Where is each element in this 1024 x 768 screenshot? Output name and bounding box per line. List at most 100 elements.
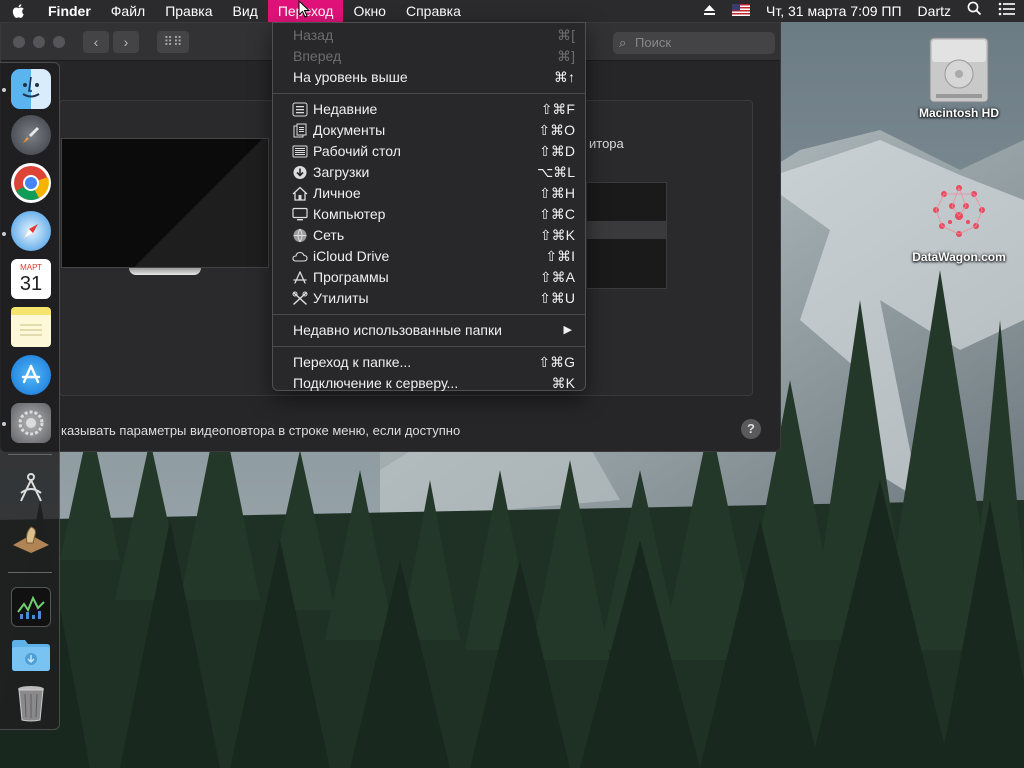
menu-app-finder[interactable]: Finder bbox=[38, 0, 101, 22]
downloads-folder-icon[interactable] bbox=[11, 635, 51, 675]
grapher-icon[interactable] bbox=[11, 469, 51, 509]
calendar-icon[interactable]: МАРТ 31 bbox=[11, 259, 51, 299]
trash-icon[interactable] bbox=[11, 683, 51, 723]
menu-item-label: Программы bbox=[313, 269, 389, 285]
menu-separator bbox=[273, 346, 585, 347]
menu-item-icloud-drive[interactable]: iCloud Drive ⇧⌘I bbox=[273, 246, 585, 267]
menu-window[interactable]: Окно bbox=[343, 0, 396, 22]
calendar-month-label: МАРТ bbox=[20, 263, 42, 272]
notification-center-icon[interactable] bbox=[990, 0, 1024, 22]
close-button[interactable] bbox=[13, 35, 25, 48]
finder-icon[interactable] bbox=[11, 69, 51, 109]
menu-item-shortcut: ⌥⌘L bbox=[537, 164, 575, 180]
menu-item-shortcut: ⇧⌘C bbox=[539, 206, 575, 222]
desktop-icon-macintosh-hd[interactable]: Macintosh HD bbox=[912, 32, 1006, 120]
launchpad-icon[interactable] bbox=[11, 115, 51, 155]
clock[interactable]: Чт, 31 марта 7:09 ПП bbox=[758, 0, 910, 22]
menu-item-label: Утилиты bbox=[313, 290, 369, 306]
applications-icon bbox=[293, 271, 307, 284]
dock-separator bbox=[8, 572, 52, 573]
menu-item-shortcut: ⇧⌘I bbox=[545, 248, 575, 264]
dock: МАРТ 31 bbox=[0, 62, 60, 730]
menu-item-label: На уровень выше bbox=[293, 69, 408, 85]
mirroring-option-label[interactable]: казывать параметры видеоповтора в строке… bbox=[61, 423, 460, 438]
menu-item-label: Компьютер bbox=[313, 206, 386, 222]
eject-icon[interactable] bbox=[695, 0, 724, 22]
menu-item-connect-to-server[interactable]: Подключение к серверу... ⌘K bbox=[273, 373, 585, 394]
menu-file[interactable]: Файл bbox=[101, 0, 155, 22]
desktop-icon-datawagon[interactable]: DataWagon.com bbox=[900, 176, 1018, 264]
running-indicator bbox=[2, 232, 6, 236]
dock-separator bbox=[8, 454, 52, 455]
menu-item-downloads[interactable]: Загрузки ⌥⌘L bbox=[273, 162, 585, 183]
chess-icon[interactable] bbox=[11, 517, 51, 557]
status-area: Чт, 31 марта 7:09 ПП Dartz bbox=[695, 0, 1024, 22]
menu-item-recent-folders[interactable]: Недавно использованные папки ▶ bbox=[273, 320, 585, 341]
help-button[interactable]: ? bbox=[741, 419, 761, 439]
menu-item-enclosing-folder[interactable]: На уровень выше ⌘↑ bbox=[273, 67, 585, 88]
desktop-icon bbox=[292, 145, 308, 158]
running-indicator bbox=[2, 88, 6, 92]
menu-item-desktop[interactable]: Рабочий стол ⇧⌘D bbox=[273, 141, 585, 162]
running-indicator bbox=[2, 422, 6, 426]
menu-item-recents[interactable]: Недавние ⇧⌘F bbox=[273, 99, 585, 120]
notes-icon[interactable] bbox=[11, 307, 51, 347]
menu-item-network[interactable]: Сеть ⇧⌘K bbox=[273, 225, 585, 246]
menu-item-go-to-folder[interactable]: Переход к папке... ⇧⌘G bbox=[273, 352, 585, 373]
safari-icon[interactable] bbox=[11, 211, 51, 251]
menu-item-shortcut: ⇧⌘H bbox=[539, 185, 575, 201]
menu-item-shortcut: ⇧⌘F bbox=[540, 101, 575, 117]
menu-edit[interactable]: Правка bbox=[155, 0, 222, 22]
display-list-selected-row[interactable] bbox=[587, 221, 666, 239]
apple-menu[interactable] bbox=[0, 0, 38, 22]
zoom-button[interactable] bbox=[53, 35, 65, 48]
back-button[interactable]: ‹ bbox=[83, 30, 109, 53]
search-input[interactable]: ⌕ Поиск bbox=[613, 32, 775, 54]
chevron-left-icon: ‹ bbox=[93, 33, 99, 50]
menu-item-forward[interactable]: Вперед ⌘] bbox=[273, 46, 585, 67]
app-store-icon[interactable] bbox=[11, 355, 51, 395]
forward-button[interactable]: › bbox=[113, 30, 139, 53]
menu-item-label: Вперед bbox=[293, 48, 342, 64]
chrome-icon[interactable] bbox=[11, 163, 51, 203]
display-preview bbox=[61, 138, 269, 268]
menu-item-shortcut: ⇧⌘O bbox=[538, 122, 575, 138]
menu-item-label: Подключение к серверу... bbox=[293, 375, 459, 391]
menu-item-label: Рабочий стол bbox=[313, 143, 401, 159]
search-icon: ⌕ bbox=[619, 35, 627, 50]
system-preferences-icon[interactable] bbox=[11, 403, 51, 443]
mouse-cursor-icon bbox=[298, 0, 311, 23]
menu-item-label: Сеть bbox=[313, 227, 345, 243]
menu-view[interactable]: Вид bbox=[223, 0, 268, 22]
menu-item-label: Документы bbox=[313, 122, 386, 138]
minimize-button[interactable] bbox=[33, 35, 45, 48]
activity-monitor-icon[interactable] bbox=[11, 587, 51, 627]
menu-item-back[interactable]: Назад ⌘[ bbox=[273, 25, 585, 46]
menu-item-utilities[interactable]: Утилиты ⇧⌘U bbox=[273, 288, 585, 309]
display-list[interactable] bbox=[586, 182, 667, 289]
input-source-flag-icon[interactable] bbox=[724, 0, 758, 22]
apple-icon bbox=[12, 4, 24, 18]
menu-item-computer[interactable]: Компьютер ⇧⌘C bbox=[273, 204, 585, 225]
menu-item-label: Недавно использованные папки bbox=[293, 322, 502, 338]
menu-item-applications[interactable]: Программы ⇧⌘A bbox=[273, 267, 585, 288]
menu-help[interactable]: Справка bbox=[396, 0, 471, 22]
menu-item-documents[interactable]: Документы ⇧⌘O bbox=[273, 120, 585, 141]
downloads-icon bbox=[293, 166, 307, 179]
hard-drive-icon bbox=[922, 32, 996, 106]
monitor-label: итора bbox=[589, 136, 624, 151]
show-all-button[interactable]: ⠿⠿ bbox=[157, 30, 189, 53]
icloud-icon bbox=[292, 251, 308, 262]
menu-item-shortcut: ⇧⌘K bbox=[539, 227, 575, 243]
menu-item-home[interactable]: Личное ⇧⌘H bbox=[273, 183, 585, 204]
chevron-right-icon: › bbox=[123, 33, 129, 50]
search-placeholder: Поиск bbox=[635, 35, 672, 50]
menu-item-shortcut: ⇧⌘A bbox=[539, 269, 575, 285]
user-name[interactable]: Dartz bbox=[910, 0, 959, 22]
spotlight-search-icon[interactable] bbox=[959, 0, 990, 22]
go-menu-dropdown: Назад ⌘[ Вперед ⌘] На уровень выше ⌘↑ Не… bbox=[272, 22, 586, 391]
menu-item-shortcut: ⇧⌘G bbox=[538, 354, 575, 370]
menu-bar: Finder Файл Правка Вид Переход Окно Спра… bbox=[0, 0, 1024, 22]
menu-separator bbox=[273, 314, 585, 315]
desktop-icon-label: DataWagon.com bbox=[912, 250, 1006, 264]
